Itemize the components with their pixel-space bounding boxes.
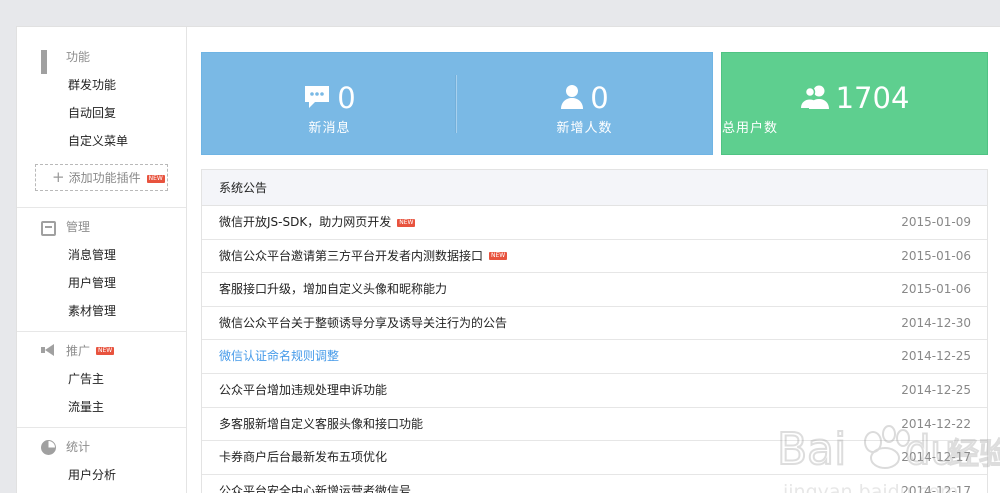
menu-group-manage: 管理 消息管理 用户管理 素材管理 <box>17 208 186 332</box>
sidebar: 功能 群发功能 自动回复 自定义菜单 + 添加功能插件 NEW 管理 消息管理 用户… <box>17 27 187 493</box>
grid-icon <box>41 49 56 74</box>
notice-row[interactable]: 公众平台安全中心新增运营者微信号 2014-12-17 <box>202 475 987 493</box>
notice-date: 2014-12-30 <box>901 315 971 330</box>
notice-date: 2015-01-06 <box>901 248 971 263</box>
user-icon <box>560 84 584 113</box>
notice-row[interactable]: 卡券商户后台最新发布五项优化 2014-12-17 <box>202 441 987 475</box>
notice-date: 2015-01-06 <box>901 282 971 297</box>
notice-title[interactable]: 客服接口升级，增加自定义头像和昵称能力 <box>219 273 447 306</box>
notice-row[interactable]: 微信认证命名规则调整 2014-12-25 <box>202 340 987 374</box>
notice-title[interactable]: 微信认证命名规则调整 <box>219 340 339 373</box>
notice-date: 2014-12-17 <box>901 450 971 465</box>
sidebar-item-materials[interactable]: 素材管理 <box>17 297 186 325</box>
group-title-promote: 推广 NEW <box>17 337 186 365</box>
notice-header: 系统公告 <box>202 170 987 206</box>
new-badge: NEW <box>146 174 165 183</box>
notice-row[interactable]: 微信开放JS-SDK，助力网页开发 NEW 2015-01-09 <box>202 206 987 240</box>
notice-row[interactable]: 微信公众平台邀请第三方平台开发者内测数据接口 NEW 2015-01-06 <box>202 240 987 274</box>
system-notice-panel: 系统公告 微信开放JS-SDK，助力网页开发 NEW 2015-01-09 微信公众平… <box>201 169 988 493</box>
notice-row[interactable]: 公众平台增加违规处理申诉功能 2014-12-25 <box>202 374 987 408</box>
sidebar-item-messages[interactable]: 消息管理 <box>17 241 186 269</box>
megaphone-icon <box>41 343 56 359</box>
notice-title[interactable]: 公众平台安全中心新增运营者微信号 <box>219 475 411 493</box>
notice-date: 2014-12-22 <box>901 416 971 431</box>
stat-new-users[interactable]: 0 新增人数 <box>457 53 712 154</box>
notice-title[interactable]: 微信开放JS-SDK，助力网页开发 <box>219 215 391 229</box>
notice-list: 微信开放JS-SDK，助力网页开发 NEW 2015-01-09 微信公众平台邀请第三… <box>202 206 987 493</box>
add-plugin-button[interactable]: + 添加功能插件 NEW <box>35 164 168 191</box>
menu-group-stats: 统计 用户分析 <box>17 428 186 493</box>
new-messages-count: 0 <box>337 81 356 115</box>
notice-row[interactable]: 微信公众平台关于整顿诱导分享及诱导关注行为的公告 2014-12-30 <box>202 307 987 341</box>
new-messages-label: 新消息 <box>308 121 351 136</box>
stat-new-messages[interactable]: 0 新消息 <box>202 53 457 154</box>
main-content: 0 新消息 0 新增人数 1704 总用户数 系统公告 微信开放JS-SDK，助… <box>201 52 988 493</box>
notice-title[interactable]: 微信公众平台邀请第三方平台开发者内测数据接口 <box>219 249 483 263</box>
menu-group-promote: 推广 NEW 广告主 流量主 <box>17 332 186 428</box>
notice-title[interactable]: 卡券商户后台最新发布五项优化 <box>219 441 387 474</box>
total-users-count: 1704 <box>835 81 910 115</box>
new-badge: NEW <box>489 252 508 261</box>
notice-title[interactable]: 多客服新增自定义客服头像和接口功能 <box>219 408 423 441</box>
group-title-manage: 管理 <box>17 213 186 241</box>
sidebar-item-custom-menu[interactable]: 自定义菜单 <box>17 127 186 155</box>
total-users-label: 总用户数 <box>722 121 779 136</box>
new-users-count: 0 <box>590 81 609 115</box>
sidebar-item-mass-send[interactable]: 群发功能 <box>17 71 186 99</box>
notice-row[interactable]: 多客服新增自定义客服头像和接口功能 2014-12-22 <box>202 408 987 442</box>
users-icon <box>800 84 830 113</box>
notice-title[interactable]: 微信公众平台关于整顿诱导分享及诱导关注行为的公告 <box>219 307 507 340</box>
menu-group-features: 功能 群发功能 自动回复 自定义菜单 + 添加功能插件 NEW <box>17 27 186 208</box>
page-frame: 功能 群发功能 自动回复 自定义菜单 + 添加功能插件 NEW 管理 消息管理 用户… <box>16 26 1000 493</box>
message-icon <box>303 84 331 113</box>
sidebar-item-auto-reply[interactable]: 自动回复 <box>17 99 186 127</box>
sidebar-item-user-analysis[interactable]: 用户分析 <box>17 461 186 489</box>
notice-date: 2014-12-25 <box>901 349 971 364</box>
sidebar-item-publisher[interactable]: 流量主 <box>17 393 186 421</box>
new-users-label: 新增人数 <box>556 121 613 136</box>
sidebar-item-users[interactable]: 用户管理 <box>17 269 186 297</box>
notice-date: 2014-12-17 <box>901 483 971 493</box>
stat-total-users[interactable]: 1704 总用户数 <box>721 52 988 155</box>
notice-date: 2014-12-25 <box>901 382 971 397</box>
group-title-features: 功能 <box>17 43 186 74</box>
plus-icon: + <box>52 168 65 186</box>
notice-title[interactable]: 公众平台增加违规处理申诉功能 <box>219 374 387 407</box>
notice-row[interactable]: 客服接口升级，增加自定义头像和昵称能力 2015-01-06 <box>202 273 987 307</box>
pie-chart-icon <box>41 439 56 455</box>
new-badge: NEW <box>397 218 416 227</box>
notice-date: 2015-01-09 <box>901 215 971 229</box>
sidebar-item-advertiser[interactable]: 广告主 <box>17 365 186 393</box>
stats-panel: 0 新消息 0 新增人数 1704 总用户数 <box>201 52 988 155</box>
group-title-stats: 统计 <box>17 433 186 461</box>
stats-card-blue: 0 新消息 0 新增人数 <box>201 52 713 155</box>
inbox-icon <box>41 221 56 236</box>
new-badge: NEW <box>96 347 115 355</box>
